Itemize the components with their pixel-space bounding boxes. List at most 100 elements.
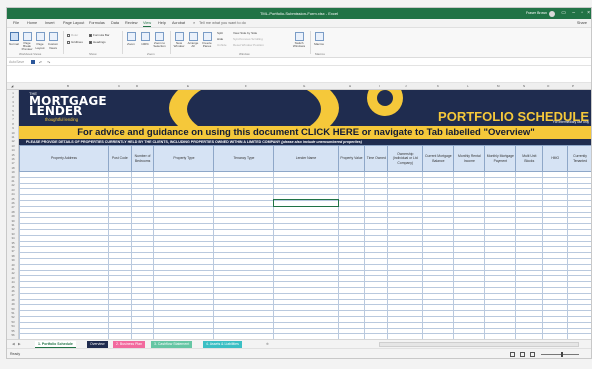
new-window-button[interactable]: New Window [172,42,186,48]
freeze-panes-icon[interactable] [203,32,212,41]
sheet-tab-business-plan[interactable]: 2. Business Plan [113,341,146,348]
tab-formulas[interactable]: Formulas [89,21,105,25]
row-number[interactable]: 8 [7,122,19,126]
header-lender-name[interactable]: Lender Name [273,145,339,172]
row-number[interactable]: 18 [7,166,19,170]
row-number[interactable]: 21 [7,179,19,183]
row-number[interactable]: 43 [7,276,19,280]
header-bedrooms[interactable]: Number of Bedrooms [130,145,155,172]
zoom-icon[interactable] [127,32,136,41]
view-side-by-side-button[interactable]: View Side by Side [233,31,257,35]
custom-views-icon[interactable] [49,32,58,41]
add-sheet-icon[interactable]: ⊕ [263,341,272,348]
tab-page-layout[interactable]: Page Layout [63,21,84,25]
page-layout-icon[interactable] [36,32,45,41]
maximize-icon[interactable]: ▫ [581,10,583,16]
tab-file[interactable]: File [13,21,19,25]
column-header[interactable]: M [497,84,500,88]
synchronous-scrolling-button[interactable]: Synchronous Scrolling [233,37,263,41]
row-number[interactable]: 32 [7,227,19,231]
zoom-slider-handle[interactable] [561,352,563,357]
reset-window-position-button[interactable]: Reset Window Position [233,43,264,47]
row-number[interactable]: 44 [7,280,19,284]
zoom-button[interactable]: Zoom [124,42,138,46]
custom-views-button[interactable]: Custom Views [46,42,60,50]
row-number[interactable]: 25 [7,197,19,201]
normal-view-status-icon[interactable] [510,352,515,357]
zoom-100-button[interactable]: 100% [138,42,152,46]
row-number[interactable]: 42 [7,271,19,275]
column-header[interactable]: E [187,84,189,88]
row-number[interactable]: 35 [7,241,19,245]
row-number[interactable]: 34 [7,236,19,240]
row-number[interactable]: 55 [7,329,19,333]
column-header[interactable]: P [572,84,574,88]
row-number[interactable]: 51 [7,311,19,315]
column-header[interactable]: L [467,84,469,88]
row-number[interactable]: 31 [7,223,19,227]
row-number[interactable]: 29 [7,214,19,218]
row-number[interactable]: 12 [7,139,19,143]
row-number[interactable]: 13 [7,144,19,148]
row-number[interactable]: 48 [7,298,19,302]
gridlines-checkbox[interactable]: Gridlines [67,40,83,44]
header-rental-income[interactable]: Monthly Rental Income [453,145,486,172]
row-number[interactable]: 50 [7,307,19,311]
tab-view[interactable]: View [143,21,152,27]
row-number[interactable]: 11 [7,135,19,139]
row-number[interactable]: 30 [7,219,19,223]
row-number[interactable]: 40 [7,263,19,267]
header-tenancy-type[interactable]: Tenancy Type [213,145,275,172]
zoom-100-icon[interactable] [141,32,150,41]
row-number[interactable]: 9 [7,126,19,130]
tab-insert[interactable]: Insert [45,21,55,25]
row-number[interactable]: 1 [7,91,19,95]
header-post-code[interactable]: Post Code [107,145,132,172]
formula-bar-checkbox[interactable]: Formula Bar [89,33,110,37]
undo-icon[interactable]: ↶ [39,60,43,65]
column-header[interactable]: H [349,84,351,88]
avatar[interactable] [549,10,555,17]
row-number[interactable]: 4 [7,104,19,108]
macros-icon[interactable] [315,32,324,41]
save-icon[interactable] [31,59,35,64]
tab-review[interactable]: Review [125,21,137,25]
row-number[interactable]: 6 [7,113,19,117]
header-property-value[interactable]: Property Value [337,145,366,172]
row-number[interactable]: 27 [7,205,19,209]
redo-icon[interactable]: ↷ [47,60,51,65]
row-number[interactable]: 47 [7,293,19,297]
row-number[interactable]: 56 [7,333,19,337]
advice-link[interactable]: For advice and guidance on using this do… [19,126,591,139]
row-number[interactable]: 52 [7,315,19,319]
header-mortgage-balance[interactable]: Current Mortgage Balance [422,145,455,172]
arrange-all-button[interactable]: Arrange All [186,42,200,48]
ruler-checkbox[interactable]: Ruler [67,33,78,37]
sheet-nav-right-icon[interactable]: ▶ [15,341,24,348]
column-header[interactable]: D [136,84,138,88]
row-number[interactable]: 39 [7,258,19,262]
zoom-to-selection-button[interactable]: Zoom to Selection [152,42,167,48]
headings-checkbox[interactable]: Headings [89,40,106,44]
row-number[interactable]: 14 [7,148,19,152]
header-tenanted[interactable]: Currently Tenanted [567,145,591,172]
row-number[interactable]: 23 [7,188,19,192]
tell-me-box[interactable]: Tell me what you want to do [199,21,246,25]
switch-windows-icon[interactable] [295,32,304,41]
row-number[interactable]: 49 [7,302,19,306]
column-header[interactable]: O [547,84,549,88]
column-header[interactable]: F [245,84,247,88]
page-break-preview-icon[interactable] [23,32,32,41]
column-header[interactable]: C [118,84,120,88]
zoom-to-selection-icon[interactable] [155,32,164,41]
tab-help[interactable]: Help [158,21,166,25]
formula-bar[interactable] [7,66,591,83]
row-number[interactable]: 28 [7,210,19,214]
autosave-label[interactable]: AutoSave [9,60,24,64]
header-hmo[interactable]: HMO [542,145,569,172]
split-button[interactable]: Split [217,31,223,35]
header-time-owned[interactable]: Time Owned [364,145,389,172]
search-icon[interactable]: ⌕ [193,21,195,25]
column-header[interactable]: J [405,84,407,88]
header-property-address[interactable]: Property Address [19,145,109,172]
